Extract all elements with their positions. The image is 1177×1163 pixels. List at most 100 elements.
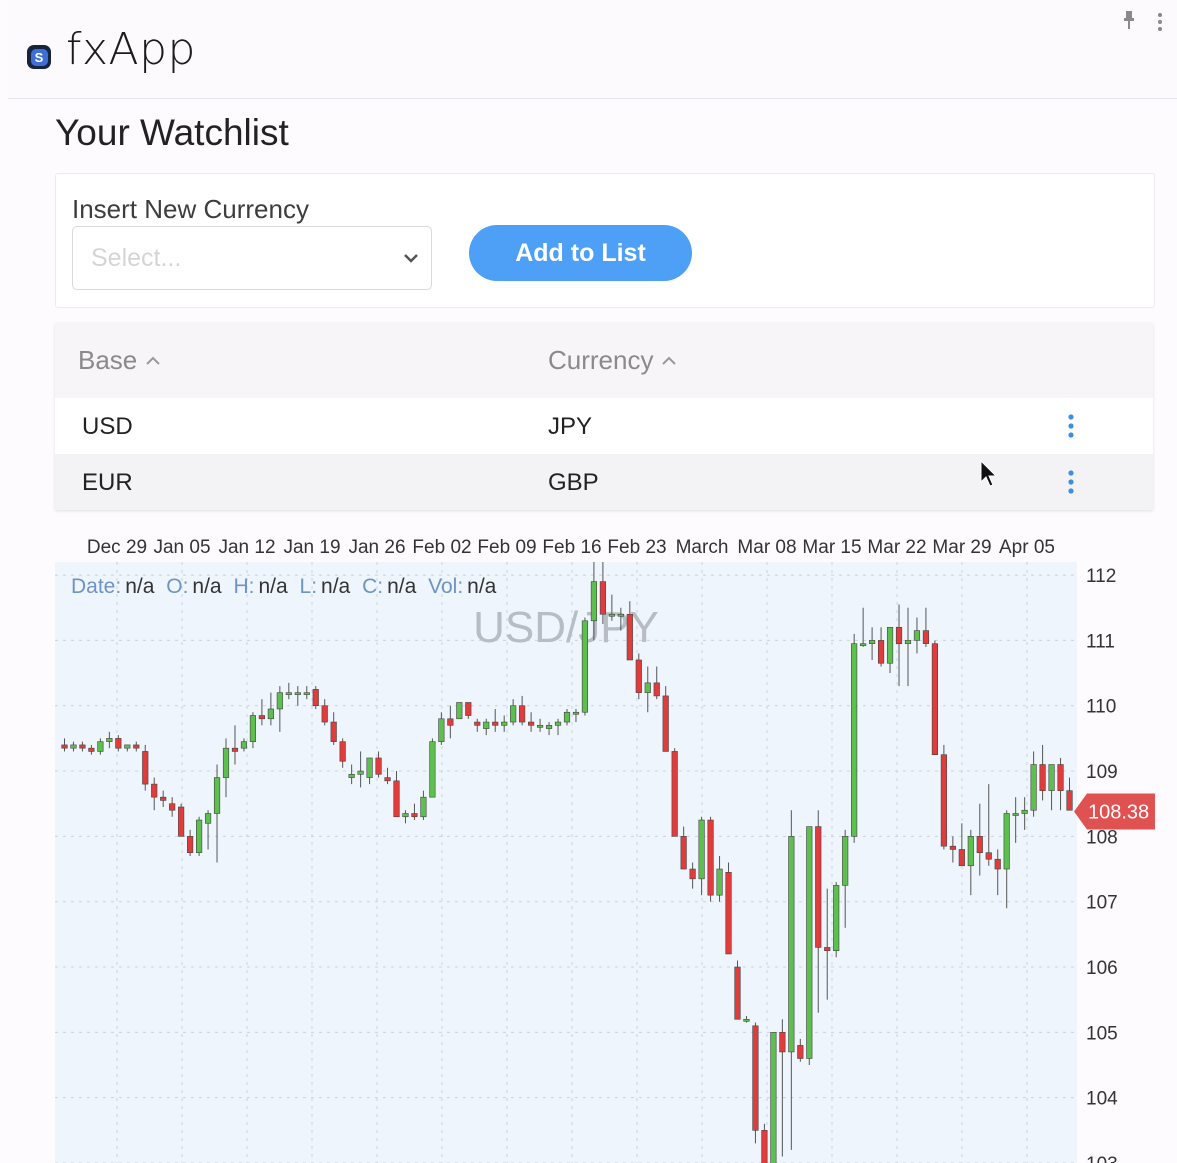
candle-down <box>447 718 454 726</box>
plot-background <box>55 562 1077 1163</box>
ohlc-info-line: Date: n/a O: n/a H: n/a L: n/a C: n/a Vol: n/a <box>71 575 497 598</box>
candle-down <box>958 849 965 867</box>
candle-down <box>384 777 391 782</box>
candle-down <box>231 747 239 752</box>
candle-up <box>267 708 274 720</box>
sort-asc-icon <box>146 356 160 365</box>
table-row[interactable]: USD JPY <box>55 398 1153 454</box>
candle-up <box>545 725 553 729</box>
candle-up <box>536 725 544 728</box>
candle-up <box>716 868 723 896</box>
candle-down <box>115 738 122 749</box>
candle-down <box>375 757 382 775</box>
candle-up <box>572 711 580 715</box>
column-header-currency[interactable]: Currency <box>548 345 677 376</box>
candle-down <box>528 721 535 726</box>
candle-up <box>294 692 301 695</box>
candle-up <box>851 643 858 837</box>
candle-up <box>483 721 490 729</box>
candle-down <box>312 689 319 707</box>
candle-down <box>824 947 831 951</box>
info-close-value: n/a <box>387 575 417 598</box>
candle-up <box>967 836 974 867</box>
candle-down <box>994 858 1001 870</box>
candle-up <box>788 836 795 1053</box>
candle-up <box>1003 813 1010 870</box>
x-tick-label: Feb 02 <box>412 537 471 558</box>
candle-up <box>429 741 436 798</box>
candle-up <box>70 744 77 749</box>
candle-up <box>1048 764 1055 791</box>
candle-down <box>88 747 95 752</box>
candle-down <box>492 721 499 726</box>
candle-up <box>913 630 921 641</box>
candle-up <box>1030 764 1037 811</box>
candle-up <box>743 1018 750 1022</box>
candle-up <box>402 813 409 818</box>
chevron-down-icon <box>404 254 418 263</box>
candle-up <box>204 813 212 824</box>
y-tick-label: 109 <box>1086 762 1118 783</box>
insert-currency-card: Insert New Currency Select... Add to Lis… <box>55 173 1155 308</box>
candle-down <box>877 640 885 664</box>
candle-down <box>671 751 678 837</box>
y-tick-label: 103 <box>1086 1154 1118 1163</box>
x-tick-label: Feb 16 <box>542 537 601 558</box>
x-tick-label: March <box>676 537 729 558</box>
candle-up <box>366 757 373 778</box>
candle-up <box>698 819 705 880</box>
candle-down <box>635 659 642 693</box>
usd-jpy-chart[interactable]: Dec 29 Jan 05 Jan 12 Jan 19 Jan 26 Feb 02 Feb … <box>55 530 1177 1163</box>
candle-down <box>1066 790 1073 811</box>
candle-up <box>554 721 562 726</box>
candle-down <box>707 819 714 896</box>
candle-down <box>779 1032 786 1053</box>
candle-up <box>608 613 615 617</box>
row-menu-icon[interactable] <box>1066 413 1076 441</box>
column-header-base-label: Base <box>78 345 138 375</box>
candle-up <box>833 885 840 951</box>
candle-down <box>940 754 947 847</box>
candle-down <box>680 836 687 870</box>
currency-select[interactable]: Select... <box>72 226 432 290</box>
add-to-list-button[interactable]: Add to List <box>469 225 692 281</box>
candle-down <box>258 715 265 720</box>
candle-down <box>169 803 176 811</box>
info-date-label: Date: <box>71 575 121 598</box>
info-close-label: C: <box>362 575 383 598</box>
candle-down <box>178 806 185 837</box>
column-header-currency-label: Currency <box>548 345 654 375</box>
candle-down <box>797 1045 804 1059</box>
candle-down <box>922 630 930 644</box>
x-tick-label: Jan 19 <box>283 537 340 558</box>
candle-down <box>815 826 822 948</box>
candle-up <box>213 777 221 814</box>
y-tick-label: 105 <box>1086 1023 1118 1044</box>
candle-down <box>151 783 158 798</box>
candle-down <box>689 868 696 880</box>
candle-down <box>339 741 346 762</box>
x-tick-label: Jan 12 <box>218 537 275 558</box>
candle-down <box>411 813 418 818</box>
info-low-value: n/a <box>321 575 351 598</box>
candle-up <box>348 774 355 778</box>
candle-down <box>1039 764 1046 791</box>
candle-down <box>61 744 68 749</box>
more-vertical-icon[interactable] <box>1155 12 1165 32</box>
pin-icon[interactable] <box>1122 10 1136 32</box>
candle-down <box>187 836 194 854</box>
candle-up <box>222 747 230 778</box>
candle-down <box>985 852 992 860</box>
candle-up <box>501 721 508 726</box>
info-date-value: n/a <box>125 575 155 598</box>
row-menu-icon[interactable] <box>1066 469 1076 497</box>
grid-header: Base Currency <box>55 323 1153 398</box>
column-header-base[interactable]: Base <box>78 345 161 376</box>
x-tick-label: Jan 05 <box>153 537 210 558</box>
candle-down <box>393 780 400 818</box>
candle-down <box>725 871 732 955</box>
x-tick-label: Mar 29 <box>932 537 991 558</box>
x-tick-label: Mar 15 <box>802 537 861 558</box>
y-tick-label: 108 <box>1086 827 1118 848</box>
y-tick-label: 112 <box>1086 566 1116 587</box>
